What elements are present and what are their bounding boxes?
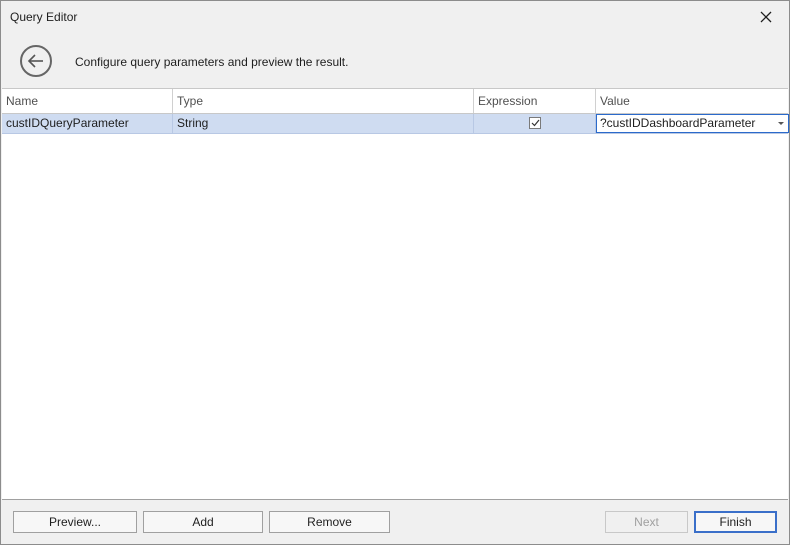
query-editor-window: Query Editor Configure query parameters …	[0, 0, 790, 545]
back-arrow-icon	[27, 54, 43, 68]
remove-button[interactable]: Remove	[269, 511, 390, 533]
close-button[interactable]	[743, 1, 789, 33]
close-icon	[760, 11, 772, 23]
page-description: Configure query parameters and preview t…	[75, 55, 349, 69]
value-text: ?custIDDashboardParameter	[600, 116, 756, 130]
finish-button[interactable]: Finish	[694, 511, 777, 533]
grid-header: Name Type Expression Value	[2, 89, 788, 114]
wizard-header: Configure query parameters and preview t…	[1, 33, 789, 87]
next-button[interactable]: Next	[605, 511, 688, 533]
column-header-type[interactable]: Type	[173, 89, 474, 113]
back-button[interactable]	[20, 45, 52, 77]
column-header-name[interactable]: Name	[2, 89, 173, 113]
cell-expression	[474, 114, 596, 133]
parameters-grid: Name Type Expression Value custIDQueryPa…	[2, 88, 789, 500]
expression-checkbox[interactable]	[529, 117, 541, 129]
footer: Preview... Add Remove Next Finish	[1, 500, 789, 544]
cell-name[interactable]: custIDQueryParameter	[2, 114, 173, 133]
title-bar: Query Editor	[1, 1, 789, 33]
column-header-value[interactable]: Value	[596, 89, 788, 113]
table-row[interactable]: custIDQueryParameter String ?custIDDashb…	[2, 114, 789, 134]
checkmark-icon	[531, 119, 539, 127]
chevron-down-icon[interactable]	[778, 122, 784, 125]
value-combobox[interactable]: ?custIDDashboardParameter	[596, 114, 789, 133]
cell-type[interactable]: String	[173, 114, 474, 133]
window-title: Query Editor	[10, 10, 78, 24]
column-header-expression[interactable]: Expression	[474, 89, 596, 113]
preview-button[interactable]: Preview...	[13, 511, 137, 533]
add-button[interactable]: Add	[143, 511, 263, 533]
